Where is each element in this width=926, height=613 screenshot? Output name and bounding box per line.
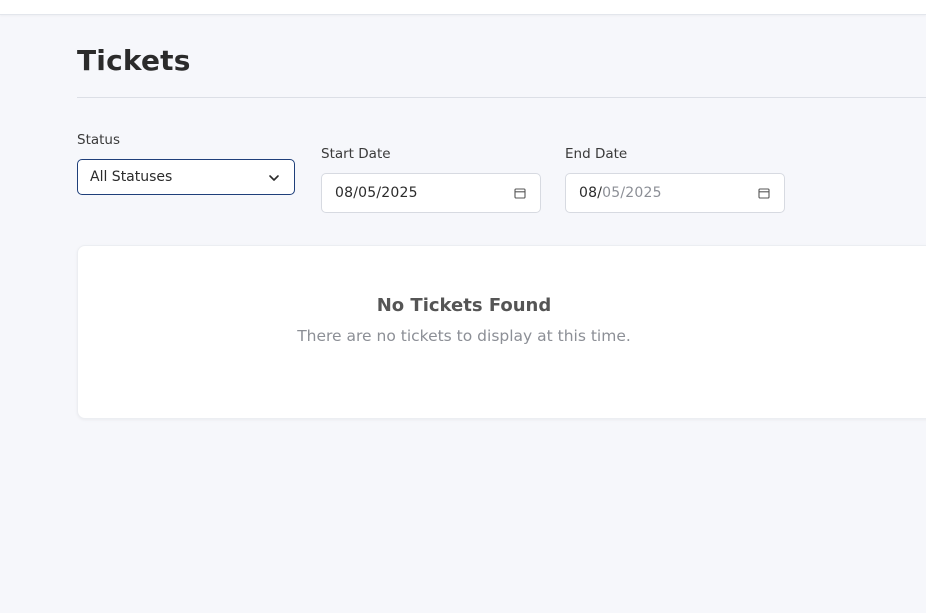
end-date-label: End Date [565, 146, 628, 162]
end-date-value: 08/05/2025 [579, 185, 662, 201]
top-navbar [0, 0, 926, 15]
empty-state-message: There are no tickets to display at this … [297, 327, 631, 345]
start-date-label: Start Date [321, 146, 391, 162]
empty-state-title: No Tickets Found [376, 295, 552, 316]
start-date-input[interactable]: 08/05/2025 [321, 173, 541, 213]
empty-state-card: No Tickets Found There are no tickets to… [77, 245, 926, 419]
title-divider [77, 97, 926, 98]
calendar-icon[interactable] [514, 187, 526, 199]
status-select-value: All Statuses [90, 169, 173, 185]
end-date-input[interactable]: 08/05/2025 [565, 173, 785, 213]
page-title: Tickets [77, 44, 191, 77]
end-date-day: 05 [602, 185, 621, 201]
start-date-month: 08 [335, 185, 354, 201]
end-date-year: 2025 [625, 185, 662, 201]
calendar-icon[interactable] [758, 187, 770, 199]
status-filter-label: Status [77, 132, 121, 148]
chevron-down-icon [269, 175, 279, 181]
start-date-day: 05 [358, 185, 377, 201]
start-date-year: 2025 [381, 185, 418, 201]
end-date-month: 08 [579, 185, 598, 201]
start-date-value: 08/05/2025 [335, 185, 418, 201]
status-select[interactable]: All Statuses [77, 159, 295, 195]
